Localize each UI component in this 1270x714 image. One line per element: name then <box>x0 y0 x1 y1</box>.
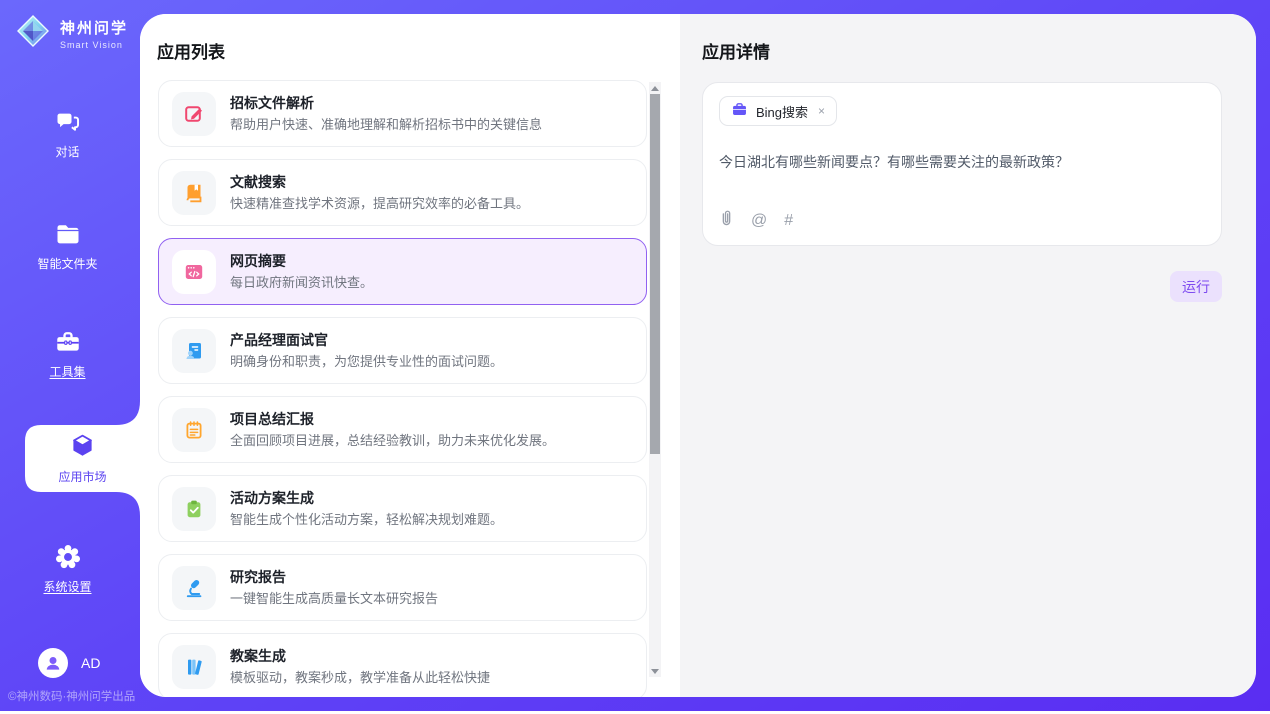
bid-document-icon <box>172 92 216 136</box>
app-card-activity-plan[interactable]: 活动方案生成 智能生成个性化活动方案，轻松解决规划难题。 <box>158 475 647 542</box>
avatar <box>38 648 68 678</box>
sidebar: 神州问学 Smart Vision 对话 智能文件夹 <box>0 0 140 711</box>
list-scrollbar[interactable] <box>649 82 661 677</box>
app-card-title: 招标文件解析 <box>230 95 542 112</box>
cube-icon <box>69 432 96 462</box>
app-card-desc: 明确身份和职责，为您提供专业性的面试问题。 <box>230 354 503 370</box>
paperclip-icon[interactable] <box>719 209 734 232</box>
clipboard-check-icon <box>172 487 216 531</box>
app-card-bid-parse[interactable]: 招标文件解析 帮助用户快速、准确地理解和解析招标书中的关键信息 <box>158 80 647 147</box>
app-card-title: 项目总结汇报 <box>230 411 555 428</box>
brand-logo: 神州问学 Smart Vision <box>14 12 128 55</box>
app-card-title: 教案生成 <box>230 648 490 665</box>
app-card-title: 产品经理面试官 <box>230 332 503 349</box>
prompt-text[interactable]: 今日湖北有哪些新闻要点？有哪些需要关注的最新政策？ <box>719 152 1199 172</box>
microscope-icon <box>172 566 216 610</box>
sidebar-item-label: 对话 <box>55 146 79 158</box>
books-icon <box>172 645 216 689</box>
app-card-title: 研究报告 <box>230 569 438 586</box>
brand-name: 神州问学 <box>60 17 128 38</box>
notepad-icon <box>172 408 216 452</box>
sidebar-item-label: 工具集 <box>49 366 85 378</box>
app-card-desc: 全面回顾项目进展，总结经验教训，助力未来优化发展。 <box>230 433 555 449</box>
main-panel: 应用列表 招标文件解析 帮助用户快速、准确地理解和解析招标书中的关键信息 <box>140 14 1256 697</box>
app-card-project-summary[interactable]: 项目总结汇报 全面回顾项目进展，总结经验教训，助力未来优化发展。 <box>158 396 647 463</box>
folder-icon <box>54 220 82 251</box>
app-card-web-summary[interactable]: 网页摘要 每日政府新闻资讯快查。 <box>158 238 647 305</box>
sidebar-item-app-market[interactable]: 应用市场 <box>25 425 140 492</box>
close-icon[interactable]: × <box>816 104 825 118</box>
app-detail-title: 应用详情 <box>702 38 770 63</box>
user-initials: AD <box>81 655 100 671</box>
app-list-section: 应用列表 招标文件解析 帮助用户快速、准确地理解和解析招标书中的关键信息 <box>140 14 680 697</box>
book-icon <box>172 171 216 215</box>
hash-icon[interactable]: # <box>784 213 793 229</box>
sidebar-item-label: 智能文件夹 <box>37 258 97 270</box>
app-card-research-report[interactable]: 研究报告 一键智能生成高质量长文本研究报告 <box>158 554 647 621</box>
app-card-desc: 模板驱动，教案秒成，教学准备从此轻松快捷 <box>230 670 490 686</box>
app-card-desc: 每日政府新闻资讯快查。 <box>230 275 373 291</box>
sidebar-item-label: 系统设置 <box>43 581 91 593</box>
scroll-up-icon[interactable] <box>649 82 661 94</box>
sidebar-item-chat[interactable]: 对话 <box>0 108 135 158</box>
app-card-lesson-plan[interactable]: 教案生成 模板驱动，教案秒成，教学准备从此轻松快捷 <box>158 633 647 697</box>
sidebar-item-smart-folder[interactable]: 智能文件夹 <box>0 220 135 270</box>
app-card-desc: 帮助用户快速、准确地理解和解析招标书中的关键信息 <box>230 117 542 133</box>
app-card-title: 网页摘要 <box>230 253 373 270</box>
app-card-title: 文献搜索 <box>230 174 529 191</box>
app-card-literature-search[interactable]: 文献搜索 快速精准查找学术资源，提高研究效率的必备工具。 <box>158 159 647 226</box>
app-detail-section: 应用详情 Bing搜索 × 今日湖北有哪些新闻要点？有哪些需要关注的最新政策？ <box>680 14 1256 697</box>
at-icon[interactable]: @ <box>751 213 767 229</box>
scroll-down-icon[interactable] <box>649 665 661 677</box>
toolbox-icon <box>54 328 82 359</box>
app-card-list: 招标文件解析 帮助用户快速、准确地理解和解析招标书中的关键信息 文献搜索 快速精… <box>158 80 647 697</box>
scrollbar-thumb[interactable] <box>650 94 660 454</box>
user-account[interactable]: AD <box>38 648 100 678</box>
app-card-desc: 智能生成个性化活动方案，轻松解决规划难题。 <box>230 512 503 528</box>
prompt-editor[interactable]: Bing搜索 × 今日湖北有哪些新闻要点？有哪些需要关注的最新政策？ @ # <box>702 82 1222 246</box>
brand-tagline: Smart Vision <box>60 40 128 50</box>
sidebar-item-label: 应用市场 <box>58 468 106 485</box>
diamond-logo-icon <box>14 12 52 55</box>
sidebar-item-toolset[interactable]: 工具集 <box>0 328 135 378</box>
attachment-toolbar: @ # <box>719 209 793 232</box>
app-card-desc: 快速精准查找学术资源，提高研究效率的必备工具。 <box>230 196 529 212</box>
app-card-pm-interviewer[interactable]: 产品经理面试官 明确身份和职责，为您提供专业性的面试问题。 <box>158 317 647 384</box>
app-list-title: 应用列表 <box>157 38 225 63</box>
run-button[interactable]: 运行 <box>1170 271 1222 302</box>
tool-tag-bing-search[interactable]: Bing搜索 × <box>719 96 837 126</box>
interview-doc-icon <box>172 329 216 373</box>
gear-icon <box>54 543 82 574</box>
sidebar-item-settings[interactable]: 系统设置 <box>0 543 135 593</box>
chat-icon <box>54 108 82 139</box>
web-code-icon <box>172 250 216 294</box>
tool-tag-label: Bing搜索 <box>756 102 808 121</box>
copyright-text: ©神州数码·神州问学出品 <box>8 688 140 704</box>
briefcase-icon <box>731 101 748 121</box>
app-card-desc: 一键智能生成高质量长文本研究报告 <box>230 591 438 607</box>
app-card-title: 活动方案生成 <box>230 490 503 507</box>
